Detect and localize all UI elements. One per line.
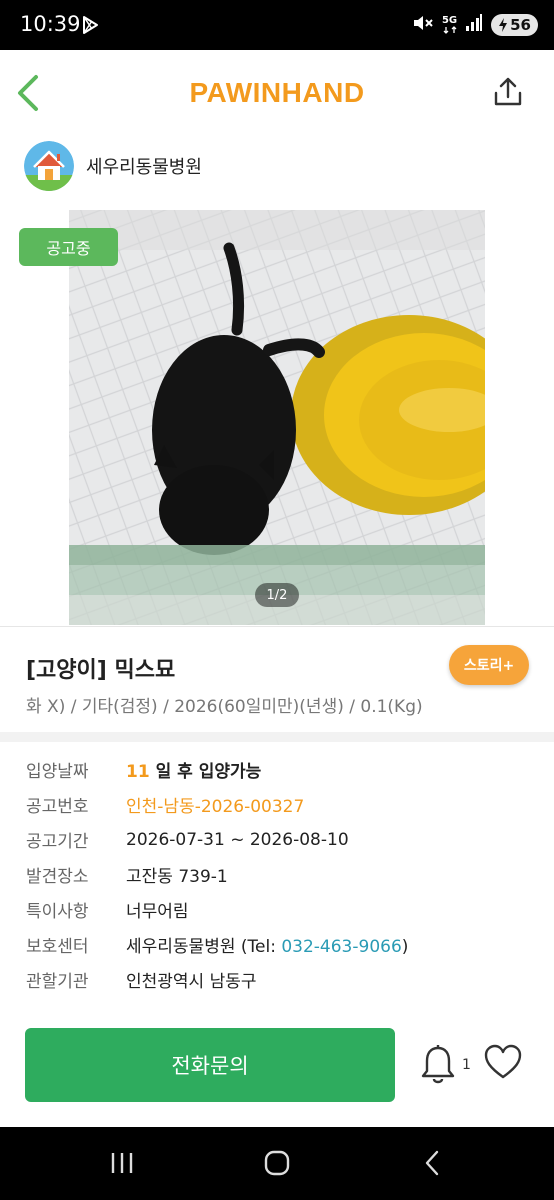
adopt-text: 일 후 입양가능 [155, 762, 262, 782]
info-label: 입양날짜 [26, 762, 89, 782]
animal-title: [고양이] 믹스묘 [26, 658, 176, 683]
info-value: 11 일 후 입양가능 [126, 757, 261, 782]
status-time: 10:39 [20, 12, 81, 36]
info-label: 발견장소 [26, 867, 89, 887]
bell-count: 1 [462, 1057, 471, 1073]
shelter-name: 세우리동물병원 [86, 157, 202, 178]
recent-apps-icon[interactable] [102, 1145, 142, 1181]
info-value: 고잔동 739-1 [126, 867, 228, 887]
info-row-notice-no: 공고번호 인천-남동-2026-00327 [26, 787, 536, 822]
notice-number-link[interactable]: 인천-남동-2026-00327 [126, 792, 304, 817]
call-button[interactable]: 전화문의 [25, 1028, 395, 1102]
info-label: 공고번호 [26, 797, 89, 817]
back-nav-icon[interactable] [412, 1145, 452, 1181]
section-divider [0, 732, 554, 742]
info-row-center: 보호센터 세우리동물병원 (Tel: 032-463-9066) [26, 927, 536, 962]
info-value: 2026-07-31 ~ 2026-08-10 [126, 829, 349, 850]
heart-icon[interactable] [484, 1044, 524, 1084]
mute-icon [412, 13, 434, 37]
info-row-adopt-date: 입양날짜 11 일 후 입양가능 [26, 752, 536, 787]
share-icon[interactable] [492, 76, 528, 112]
animal-photo[interactable] [69, 210, 485, 625]
info-row-period: 공고기간 2026-07-31 ~ 2026-08-10 [26, 822, 536, 857]
info-value: 세우리동물병원 (Tel: 032-463-9066) [126, 932, 408, 957]
info-label: 보호센터 [26, 937, 89, 957]
adopt-days: 11 [126, 762, 150, 782]
info-label: 관할기관 [26, 972, 89, 992]
info-table: 입양날짜 11 일 후 입양가능 공고번호 인천-남동-2026-00327 공… [26, 752, 536, 997]
tel-suffix: ) [401, 937, 409, 957]
info-row-found-place: 발견장소 고잔동 739-1 [26, 857, 536, 892]
page-indicator: 1/2 [255, 583, 299, 607]
shelter-row[interactable]: 세우리동물병원 [24, 140, 202, 192]
signal-icon [465, 14, 483, 36]
shelter-house-icon [24, 141, 74, 191]
tel-prefix: (Tel: [240, 937, 282, 957]
status-badge: 공고중 [19, 228, 118, 266]
story-button[interactable]: 스토리+ [449, 645, 529, 685]
info-row-special: 특이사항 너무어림 [26, 892, 536, 927]
battery-icon: 56 [491, 14, 538, 36]
center-name: 세우리동물병원 [126, 937, 236, 957]
info-row-agency: 관할기관 인천광역시 남동구 [26, 962, 536, 997]
battery-level: 56 [510, 16, 531, 34]
divider [0, 626, 554, 627]
brand-logo: PAWINHAND [189, 77, 365, 108]
play-store-icon [80, 15, 100, 39]
5g-icon: 5G [442, 16, 457, 34]
animal-details: 화 X) / 기타(검정) / 2026(60일미만)(년생) / 0.1(Kg… [26, 697, 423, 717]
nav-bar [0, 1127, 554, 1200]
app-header: PAWINHAND [0, 50, 554, 136]
info-label: 특이사항 [26, 902, 89, 922]
info-value: 인천광역시 남동구 [126, 972, 257, 992]
phone-link[interactable]: 032-463-9066 [281, 937, 401, 957]
home-icon[interactable] [257, 1145, 297, 1181]
info-label: 공고기간 [26, 832, 89, 852]
bell-icon[interactable] [420, 1044, 460, 1088]
status-bar: 10:39 5G 56 [0, 0, 554, 50]
network-label: 5G [441, 15, 458, 26]
info-value: 너무어림 [126, 902, 189, 922]
